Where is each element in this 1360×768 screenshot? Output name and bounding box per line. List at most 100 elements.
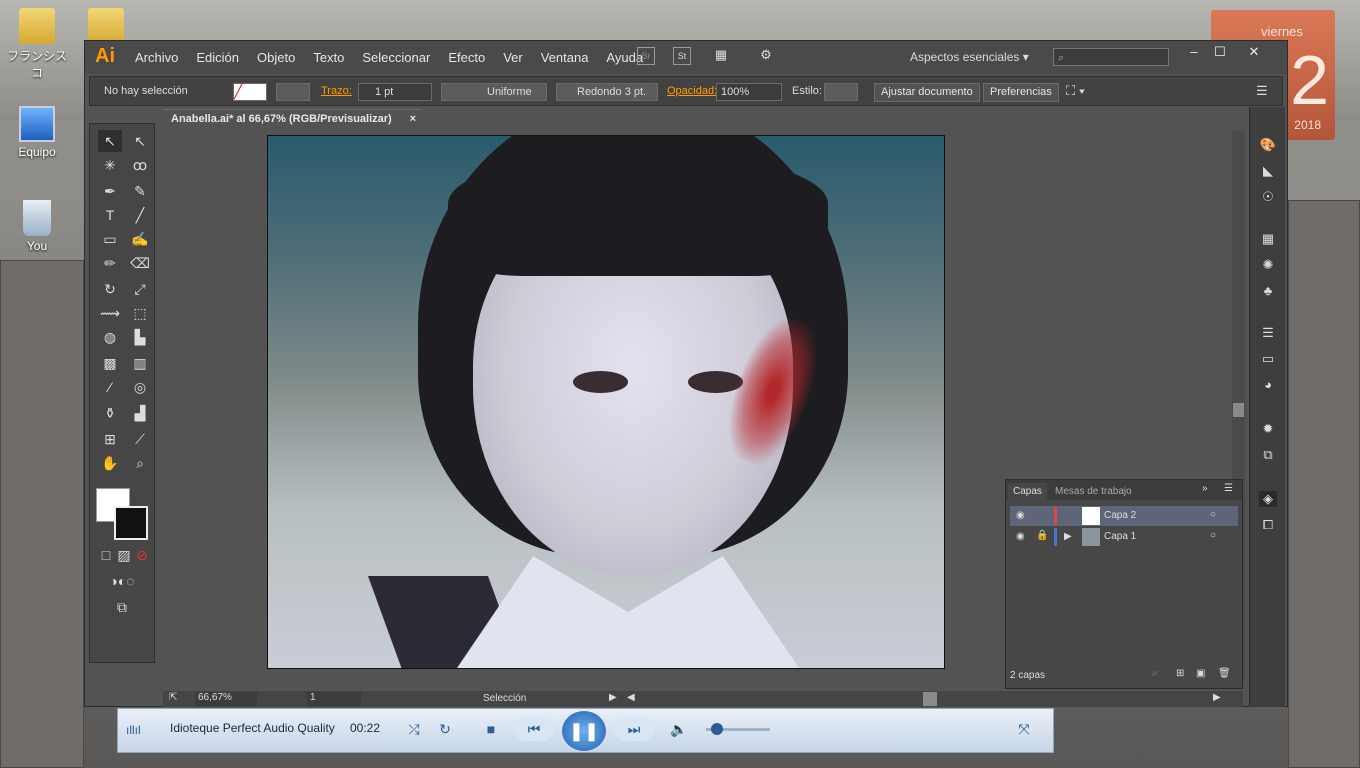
gpu-performance-icon[interactable]: ⚙ (757, 47, 775, 65)
arrange-documents-icon[interactable]: ▦ (712, 47, 730, 65)
minimize-button[interactable]: – (1181, 43, 1207, 61)
opacity-field[interactable]: 100% (716, 83, 782, 101)
previous-icon[interactable]: ⏮ (514, 717, 554, 741)
desktop-icon-recycle-bin[interactable]: You (5, 200, 69, 253)
menu-edicion[interactable]: Edición (196, 50, 239, 65)
gradient-mode-icon[interactable]: ▨ (116, 544, 132, 566)
eraser-tool-icon[interactable]: ⌫ (128, 252, 152, 274)
status-menu-icon[interactable]: ▶ (609, 692, 617, 703)
mesh-tool-icon[interactable]: ▩ (98, 352, 122, 374)
perspective-grid-tool-icon[interactable]: ▙ (128, 326, 152, 348)
opacity-label[interactable]: Opacidad: (667, 85, 717, 97)
cc-libraries-icon[interactable]: ☉ (1259, 189, 1277, 205)
new-layer-icon[interactable]: ▣ (1196, 668, 1205, 679)
menu-ventana[interactable]: Ventana (541, 50, 589, 65)
zoom-tool-icon[interactable]: ⌕ (128, 452, 152, 474)
gradient-tool-icon[interactable]: ▥ (128, 352, 152, 374)
locate-object-icon[interactable]: ⌕ (1152, 668, 1158, 679)
none-mode-icon[interactable]: ⊘ (134, 544, 150, 566)
eyedropper-tool-icon[interactable]: ⁄ (98, 376, 122, 398)
new-sublayer-icon[interactable]: ⊞ (1176, 668, 1184, 679)
horizontal-scroll-thumb[interactable] (923, 692, 937, 706)
maximize-button[interactable]: ☐ (1207, 43, 1233, 61)
volume-knob[interactable] (711, 723, 724, 735)
stroke-label[interactable]: Trazo: (321, 85, 352, 97)
magic-wand-tool-icon[interactable]: ✳ (98, 154, 122, 176)
menu-efecto[interactable]: Efecto (448, 50, 485, 65)
layers-panel-icon[interactable]: ◈ (1259, 491, 1277, 507)
fill-swatch[interactable]: ╱ (233, 83, 267, 101)
fit-document-button[interactable]: Ajustar documento (874, 83, 980, 102)
style-swatch[interactable] (824, 83, 858, 101)
appearance-icon[interactable]: ✹ (1259, 421, 1277, 437)
desktop-icon-folder-user[interactable]: フランシスコ (5, 8, 69, 81)
vertical-scroll-thumb[interactable] (1233, 403, 1244, 417)
volume-slider[interactable] (706, 723, 770, 735)
scroll-right-icon[interactable]: ▶ (1213, 692, 1221, 703)
artboard-image[interactable] (267, 135, 945, 669)
shaper-tool-icon[interactable]: ✏ (98, 252, 122, 274)
search-input[interactable]: ⌕ (1053, 48, 1169, 66)
menu-seleccionar[interactable]: Seleccionar (362, 50, 430, 65)
delete-layer-icon[interactable]: 🗑 (1218, 668, 1231, 679)
shuffle-icon[interactable]: ⤮ (403, 717, 425, 741)
transparency-icon[interactable]: ◕ (1259, 377, 1277, 393)
repeat-icon[interactable]: ↻ (434, 717, 456, 741)
pause-button[interactable]: ❚❚ (562, 711, 606, 751)
graphic-styles-icon[interactable]: ⧉ (1259, 447, 1277, 463)
layer-target-icon[interactable]: ○ (1210, 509, 1216, 520)
export-icon[interactable]: ⇱ (169, 692, 177, 703)
shape-builder-tool-icon[interactable]: ◍ (98, 326, 122, 348)
direct-selection-tool-icon[interactable]: ↖ (128, 130, 152, 152)
workspace-switcher[interactable]: Aspectos esenciales ▾ (910, 50, 1029, 64)
tab-mesas-de-trabajo[interactable]: Mesas de trabajo (1050, 483, 1137, 500)
stroke-swatch[interactable] (276, 83, 310, 101)
rectangle-tool-icon[interactable]: ▭ (98, 228, 122, 250)
line-tool-icon[interactable]: ╱ (128, 204, 152, 226)
panel-menu-icon[interactable]: ☰ (1256, 83, 1268, 99)
rotate-tool-icon[interactable]: ↻ (98, 278, 122, 300)
scale-tool-icon[interactable]: ⤢ (128, 278, 152, 300)
stroke-profile-select[interactable]: Uniforme (441, 83, 547, 101)
close-button[interactable]: ✕ (1233, 43, 1275, 61)
free-transform-tool-icon[interactable]: ⬚ (128, 302, 152, 324)
color-palette-icon[interactable]: 🎨 (1259, 137, 1277, 153)
symbols-icon[interactable]: ♣ (1259, 283, 1277, 299)
desktop-icon-computer[interactable]: Equipo (5, 106, 69, 159)
preferences-button[interactable]: Preferencias (983, 83, 1059, 102)
menu-archivo[interactable]: Archivo (135, 50, 178, 65)
scroll-left-icon[interactable]: ◀ (627, 692, 635, 703)
graph-tool-icon[interactable]: ▟ (128, 402, 152, 424)
next-icon[interactable]: ⏭ (614, 717, 654, 741)
width-tool-icon[interactable]: ⟿ (98, 302, 122, 324)
layer-row[interactable]: ◉ Capa 2 ○ (1010, 506, 1238, 526)
screen-mode-icon[interactable]: ⧉ (110, 596, 134, 618)
visibility-eye-icon[interactable]: ◉ (1016, 510, 1025, 521)
stop-icon[interactable]: ■ (480, 717, 502, 741)
type-tool-icon[interactable]: T (98, 204, 122, 226)
color-mode-icon[interactable]: □ (98, 544, 114, 566)
stock-button[interactable]: St (673, 47, 691, 65)
selection-tool-icon[interactable]: ↖ (98, 130, 122, 152)
zoom-field[interactable]: 66,67% (195, 692, 257, 706)
layer-row[interactable]: ◉ 🔒 ▶ Capa 1 ○ (1010, 527, 1238, 547)
page-field[interactable]: 1 (307, 692, 361, 706)
panel-options-icon[interactable]: ☰ (1224, 483, 1233, 494)
symbol-sprayer-tool-icon[interactable]: ⚱ (98, 402, 122, 424)
expand-triangle-icon[interactable]: ▶ (1064, 531, 1072, 542)
panel-collapse-icon[interactable]: » (1202, 483, 1208, 494)
paintbrush-tool-icon[interactable]: ✍ (128, 228, 152, 250)
stroke-color-box[interactable] (114, 506, 148, 540)
artboard-tool-icon[interactable]: ⊞ (98, 428, 122, 450)
layer-target-icon[interactable]: ○ (1210, 530, 1216, 541)
brush-select[interactable]: Redondo 3 pt. (556, 83, 658, 101)
blend-tool-icon[interactable]: ◎ (128, 376, 152, 398)
menu-objeto[interactable]: Objeto (257, 50, 295, 65)
volume-icon[interactable]: 🔈 (668, 717, 690, 741)
gradient-panel-icon[interactable]: ▭ (1259, 351, 1277, 367)
brushes-icon[interactable]: ✺ (1259, 257, 1277, 273)
drawing-modes-icon[interactable]: ◑◐◌ (98, 570, 146, 592)
lock-icon[interactable]: 🔒 (1036, 530, 1048, 541)
pen-tool-icon[interactable]: ✒ (98, 180, 122, 202)
swatches-icon[interactable]: ▦ (1259, 231, 1277, 247)
